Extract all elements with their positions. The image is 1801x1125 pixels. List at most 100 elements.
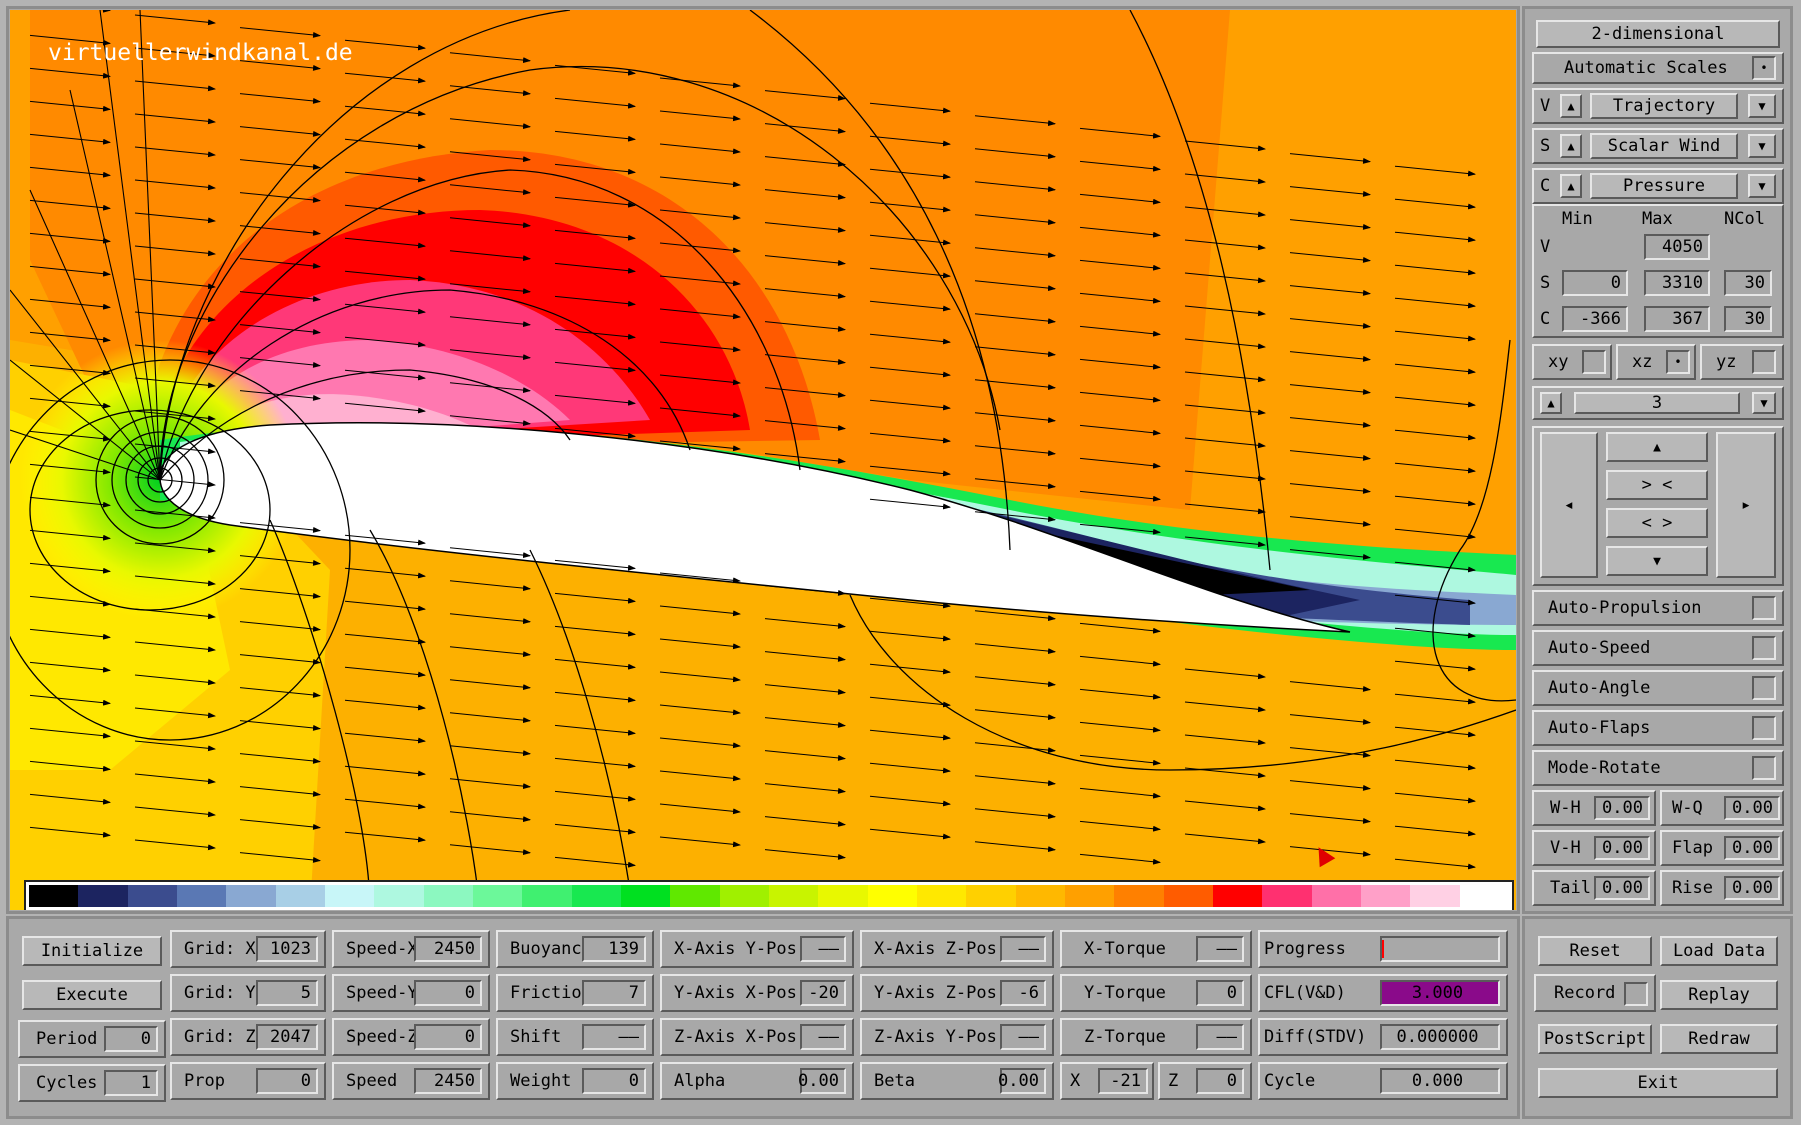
x-coord-value[interactable]: -21 — [1098, 1068, 1148, 1094]
c4-w-value[interactable]: 0 — [582, 1068, 646, 1094]
param-label: Rise — [1672, 878, 1713, 898]
c3-sp-label: Speed — [346, 1071, 398, 1091]
c3-sy-label: Speed-Y — [346, 983, 418, 1003]
record-checkbox[interactable] — [1624, 982, 1648, 1006]
c3-sy-value[interactable]: 0 — [414, 980, 482, 1006]
param-value[interactable]: 0.00 — [1724, 876, 1780, 900]
flow-visualization[interactable]: virtuellerwindkanal.de — [10, 10, 1516, 910]
c6-c-value[interactable]: —— — [1000, 1024, 1046, 1050]
c6-d-value[interactable]: 0.00 — [998, 1068, 1046, 1094]
colorbar-swatch — [423, 885, 473, 907]
toggle-auto-flaps-checkbox[interactable] — [1752, 716, 1776, 740]
slice-down-button[interactable]: ▼ — [1752, 392, 1776, 414]
colorbar-swatch — [1163, 885, 1213, 907]
replay-button[interactable]: Replay — [1660, 980, 1778, 1010]
colorbar-swatch — [176, 885, 227, 907]
c5-d-value[interactable]: 0.00 — [798, 1068, 846, 1094]
c5-c-value[interactable]: —— — [800, 1024, 846, 1050]
dimension-mode-button[interactable]: 2-dimensional — [1536, 20, 1780, 48]
colorbar-swatch — [768, 885, 819, 907]
reset-button[interactable]: Reset — [1538, 936, 1652, 966]
colorbar-swatch — [1064, 885, 1115, 907]
toggle-auto-angle-checkbox[interactable] — [1752, 676, 1776, 700]
row-c-up-button[interactable]: ▲ — [1560, 174, 1582, 198]
execute-button[interactable]: Execute — [22, 980, 162, 1010]
row-c-select[interactable]: Pressure — [1590, 173, 1738, 199]
range-c-max[interactable]: 367 — [1644, 306, 1710, 332]
range-s-ncol[interactable]: 30 — [1724, 270, 1772, 296]
colorbar-swatch — [1114, 885, 1164, 907]
c4-b-value[interactable]: 139 — [582, 936, 646, 962]
torque-value[interactable]: 0 — [1196, 980, 1244, 1006]
param-value[interactable]: 0.00 — [1724, 836, 1780, 860]
param-value[interactable]: 0.00 — [1724, 796, 1780, 820]
toggle-label: Auto-Speed — [1548, 638, 1651, 658]
row-v-up-button[interactable]: ▲ — [1560, 94, 1582, 118]
param-value[interactable]: 0.00 — [1594, 796, 1650, 820]
range-v-max[interactable]: 4050 — [1644, 234, 1710, 260]
c2-gx-value[interactable]: 1023 — [256, 936, 318, 962]
c3-sx-label: Speed-X — [346, 939, 418, 959]
redraw-button[interactable]: Redraw — [1660, 1024, 1778, 1054]
slice-up-button[interactable]: ▲ — [1540, 392, 1562, 414]
row-s-select[interactable]: Scalar Wind — [1590, 133, 1738, 159]
range-s-min[interactable]: 0 — [1562, 270, 1628, 296]
toggle-mode-rotate-checkbox[interactable] — [1752, 756, 1776, 780]
row-c-dropdown-icon[interactable]: ▼ — [1748, 174, 1776, 198]
nav-zoom-out-button[interactable]: < > — [1606, 508, 1708, 538]
x-coord-label: X — [1070, 1071, 1081, 1091]
period-value[interactable]: 0 — [104, 1026, 158, 1052]
c3-sp-value[interactable]: 2450 — [414, 1068, 482, 1094]
row-s-up-button[interactable]: ▲ — [1560, 134, 1582, 158]
nav-up-button[interactable]: ▲ — [1606, 432, 1708, 462]
c2-gy-value[interactable]: 5 — [256, 980, 318, 1006]
colorbar-swatch — [620, 885, 671, 907]
torque-value[interactable]: —— — [1196, 936, 1244, 962]
c6-c-label: Z-Axis Y-Pos — [874, 1027, 997, 1047]
c3-sx-value[interactable]: 2450 — [414, 936, 482, 962]
plane-yz-checkbox[interactable] — [1752, 350, 1776, 374]
plane-xy-checkbox[interactable] — [1582, 350, 1606, 374]
initialize-button[interactable]: Initialize — [22, 936, 162, 966]
c4-f-value[interactable]: 7 — [582, 980, 646, 1006]
c5-d-label: Alpha — [674, 1071, 726, 1091]
c5-b-value[interactable]: -20 — [800, 980, 846, 1006]
c6-b-value[interactable]: -6 — [1000, 980, 1046, 1006]
plane-xz-checkbox[interactable]: • — [1666, 350, 1690, 374]
row-v-select[interactable]: Trajectory — [1590, 93, 1738, 119]
toggle-auto-speed-checkbox[interactable] — [1752, 636, 1776, 660]
c2-gz-value[interactable]: 2047 — [256, 1024, 318, 1050]
range-c-ncol[interactable]: 30 — [1724, 306, 1772, 332]
param-value[interactable]: 0.00 — [1594, 836, 1650, 860]
toggle-auto-propulsion-checkbox[interactable] — [1752, 596, 1776, 620]
c3-sz-value[interactable]: 0 — [414, 1024, 482, 1050]
row-s-dropdown-icon[interactable]: ▼ — [1748, 134, 1776, 158]
cycles-value[interactable]: 1 — [104, 1070, 158, 1096]
range-c-min[interactable]: -366 — [1562, 306, 1628, 332]
nav-down-button[interactable]: ▼ — [1606, 546, 1708, 576]
colorbar-swatch — [29, 885, 79, 907]
scales-checkbox[interactable]: • — [1752, 56, 1776, 80]
c5-a-value[interactable]: —— — [800, 936, 846, 962]
colorbar-swatch — [1212, 885, 1263, 907]
colorbar-swatch — [127, 885, 177, 907]
colorbar-swatch — [275, 885, 325, 907]
load-data-button[interactable]: Load Data — [1660, 936, 1778, 966]
colorbar-swatch — [1262, 885, 1312, 907]
colorbar-swatch — [522, 885, 572, 907]
colorbar-swatch — [916, 885, 967, 907]
postscript-button[interactable]: PostScript — [1538, 1024, 1652, 1054]
toggle-label: Auto-Propulsion — [1548, 598, 1702, 618]
c4-s-value[interactable]: —— — [582, 1024, 646, 1050]
c2-prop-value[interactable]: 0 — [256, 1068, 318, 1094]
z-coord-value[interactable]: 0 — [1196, 1068, 1244, 1094]
row-v-dropdown-icon[interactable]: ▼ — [1748, 94, 1776, 118]
nav-left-button[interactable]: ◂ — [1540, 432, 1598, 578]
nav-right-button[interactable]: ▸ — [1716, 432, 1776, 578]
nav-zoom-in-button[interactable]: > < — [1606, 470, 1708, 500]
param-value[interactable]: 0.00 — [1594, 876, 1650, 900]
exit-button[interactable]: Exit — [1538, 1068, 1778, 1098]
c6-a-value[interactable]: —— — [1000, 936, 1046, 962]
range-s-max[interactable]: 3310 — [1644, 270, 1710, 296]
torque-value[interactable]: —— — [1196, 1024, 1244, 1050]
